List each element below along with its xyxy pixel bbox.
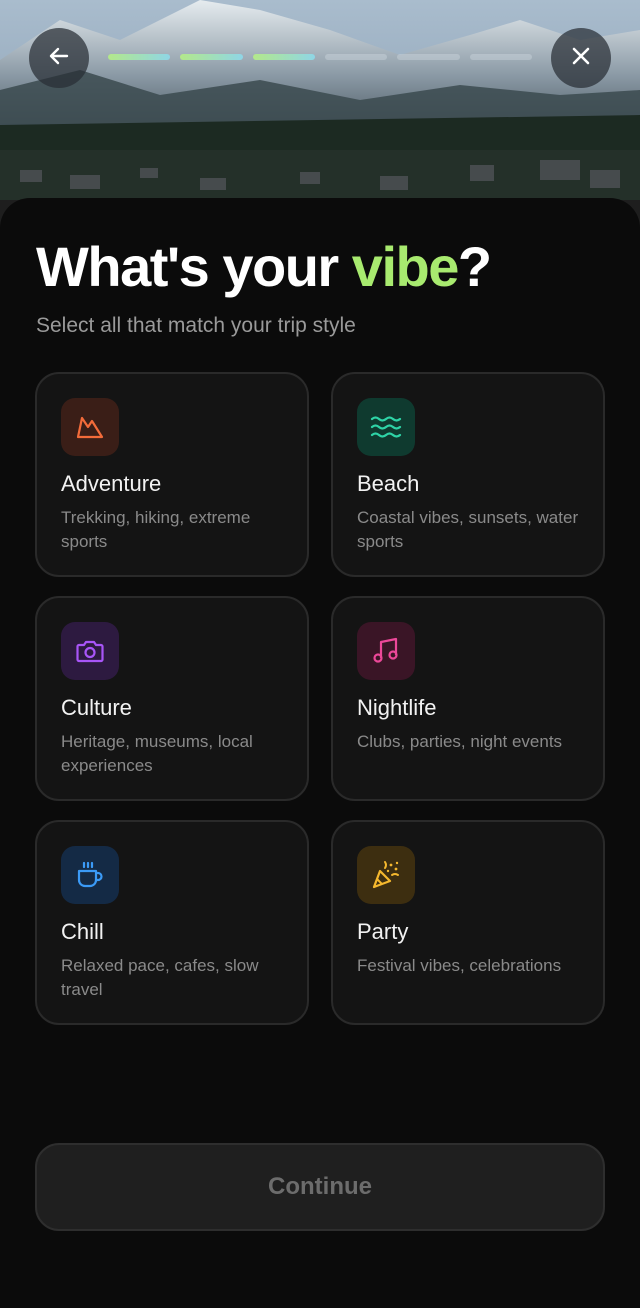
back-button[interactable]: [29, 28, 89, 88]
title-accent-text: vibe: [351, 235, 460, 298]
continue-button[interactable]: Continue: [35, 1143, 605, 1231]
vibe-card-description: Clubs, parties, night events: [357, 732, 563, 751]
vibe-card-adventure[interactable]: Adventure Trekking, hiking, extreme spor…: [35, 372, 309, 577]
vibe-card-title: Chill: [61, 919, 104, 944]
vibe-card-description: Festival vibes, celebrations: [357, 956, 562, 975]
vibe-card-title: Adventure: [61, 471, 162, 496]
vibe-card-party[interactable]: Party Festival vibes, celebrations: [331, 820, 605, 1025]
title-text: What's your: [36, 235, 352, 298]
vibe-selection-sheet: What's your vibe? Select all that match …: [0, 198, 640, 1308]
vibe-card-beach[interactable]: Beach Coastal vibes, sunsets, water spor…: [331, 372, 605, 577]
vibe-card-description: Heritage, museums, local experiences: [61, 732, 253, 775]
progress-indicator: [108, 54, 532, 62]
progress-segment: [324, 54, 388, 60]
arrow-left-icon: [47, 44, 71, 73]
progress-segment: [252, 54, 315, 60]
title-suffix: ?: [457, 235, 492, 298]
vibe-card-description: Relaxed pace, cafes, slow travel: [61, 956, 259, 999]
vibe-card-culture[interactable]: Culture Heritage, museums, local experie…: [35, 596, 309, 801]
page-subtitle: Select all that match your trip style: [36, 314, 356, 337]
vibe-card-title: Beach: [357, 471, 420, 496]
vibe-card-description: Trekking, hiking, extreme sports: [61, 508, 251, 551]
vibe-card-title: Nightlife: [357, 695, 437, 720]
close-button[interactable]: [551, 28, 611, 88]
mountain-icon: [61, 398, 119, 456]
progress-segment: [180, 54, 243, 60]
top-bar: [0, 0, 640, 120]
waves-icon: [357, 398, 415, 456]
page-title: What's your vibe?: [36, 234, 492, 299]
progress-segment: [397, 54, 460, 60]
vibe-card-description: Coastal vibes, sunsets, water sports: [357, 508, 579, 551]
close-icon: [570, 45, 592, 72]
vibe-card-chill[interactable]: Chill Relaxed pace, cafes, slow travel: [35, 820, 309, 1025]
vibe-card-title: Party: [357, 919, 409, 944]
progress-segment: [108, 54, 171, 60]
vibe-card-title: Culture: [61, 695, 132, 720]
coffee-cup-icon: [61, 846, 119, 904]
music-note-icon: [357, 622, 415, 680]
camera-icon: [61, 622, 119, 680]
progress-segment: [469, 54, 532, 60]
party-popper-icon: [357, 846, 415, 904]
vibe-card-nightlife[interactable]: Nightlife Clubs, parties, night events: [331, 596, 605, 801]
